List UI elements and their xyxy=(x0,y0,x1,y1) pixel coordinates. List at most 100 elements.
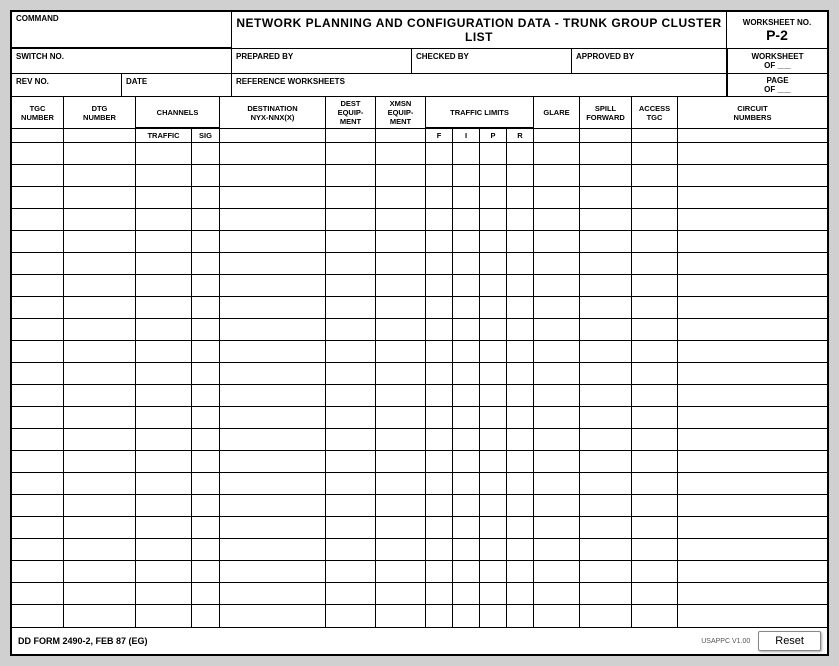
table-cell xyxy=(678,209,827,230)
table-cell xyxy=(220,319,326,340)
table-row xyxy=(12,561,827,583)
table-cell xyxy=(580,385,632,406)
table-row xyxy=(12,341,827,363)
table-cell xyxy=(632,385,678,406)
table-cell xyxy=(220,605,326,627)
table-cell xyxy=(136,209,192,230)
table-cell xyxy=(678,605,827,627)
table-cell xyxy=(480,209,507,230)
table-cell xyxy=(136,143,192,164)
table-cell xyxy=(480,187,507,208)
table-cell xyxy=(12,605,64,627)
table-cell xyxy=(376,319,426,340)
table-cell xyxy=(453,583,480,604)
table-cell xyxy=(192,187,220,208)
table-row xyxy=(12,253,827,275)
table-cell xyxy=(580,473,632,494)
table-cell xyxy=(632,341,678,362)
table-cell xyxy=(326,517,376,538)
approved-by-box: APPROVED BY xyxy=(572,49,727,73)
table-cell xyxy=(632,319,678,340)
table-cell xyxy=(480,583,507,604)
table-cell xyxy=(507,561,534,582)
table-cell xyxy=(534,451,580,472)
table-cell xyxy=(426,561,453,582)
table-cell xyxy=(580,539,632,560)
table-row xyxy=(12,209,827,231)
table-cell xyxy=(136,319,192,340)
table-cell xyxy=(326,165,376,186)
table-cell xyxy=(64,297,136,318)
worksheet-of-label: OF xyxy=(764,61,775,70)
table-cell xyxy=(480,539,507,560)
table-cell xyxy=(326,231,376,252)
table-cell xyxy=(534,539,580,560)
table-cell xyxy=(426,451,453,472)
table-cell xyxy=(534,209,580,230)
table-row xyxy=(12,495,827,517)
table-cell xyxy=(507,275,534,296)
table-cell xyxy=(192,605,220,627)
table-cell xyxy=(507,297,534,318)
table-cell xyxy=(136,429,192,450)
table-cell xyxy=(12,275,64,296)
table-cell xyxy=(453,165,480,186)
table-cell xyxy=(453,209,480,230)
table-cell xyxy=(480,165,507,186)
table-cell xyxy=(480,341,507,362)
table-cell xyxy=(426,429,453,450)
data-rows-section xyxy=(12,143,827,627)
table-cell xyxy=(480,363,507,384)
table-cell xyxy=(376,561,426,582)
table-cell xyxy=(453,253,480,274)
table-cell xyxy=(220,231,326,252)
table-cell xyxy=(453,385,480,406)
table-cell xyxy=(453,407,480,428)
table-row xyxy=(12,385,827,407)
table-cell xyxy=(678,231,827,252)
table-cell xyxy=(580,319,632,340)
table-cell xyxy=(326,407,376,428)
table-cell xyxy=(507,429,534,450)
table-cell xyxy=(376,143,426,164)
table-cell xyxy=(326,561,376,582)
table-cell xyxy=(480,297,507,318)
table-cell xyxy=(453,143,480,164)
table-cell xyxy=(507,473,534,494)
table-cell xyxy=(12,165,64,186)
table-cell xyxy=(192,231,220,252)
table-cell xyxy=(326,473,376,494)
table-cell xyxy=(580,583,632,604)
reference-worksheets-label: REFERENCE WORKSHEETS xyxy=(236,77,345,86)
table-cell xyxy=(220,341,326,362)
column-headers: TGC NUMBER DTG NUMBER CHANNELS DESTINATI… xyxy=(12,97,827,143)
table-cell xyxy=(480,561,507,582)
table-cell xyxy=(534,297,580,318)
table-cell xyxy=(507,319,534,340)
table-cell xyxy=(326,583,376,604)
table-row xyxy=(12,473,827,495)
table-cell xyxy=(136,297,192,318)
table-cell xyxy=(64,561,136,582)
table-cell xyxy=(426,165,453,186)
table-cell xyxy=(678,451,827,472)
table-cell xyxy=(426,319,453,340)
table-cell xyxy=(136,341,192,362)
table-cell xyxy=(534,319,580,340)
table-cell xyxy=(192,561,220,582)
table-cell xyxy=(678,143,827,164)
table-cell xyxy=(678,187,827,208)
table-row xyxy=(12,143,827,165)
table-cell xyxy=(12,517,64,538)
reset-button[interactable]: Reset xyxy=(758,631,821,651)
table-cell xyxy=(192,407,220,428)
table-cell xyxy=(453,451,480,472)
table-cell xyxy=(507,495,534,516)
table-cell xyxy=(220,561,326,582)
col-access-tgc: ACCESS TGC xyxy=(632,97,678,128)
table-cell xyxy=(426,341,453,362)
table-cell xyxy=(64,539,136,560)
table-cell xyxy=(12,297,64,318)
table-cell xyxy=(376,517,426,538)
table-cell xyxy=(507,253,534,274)
